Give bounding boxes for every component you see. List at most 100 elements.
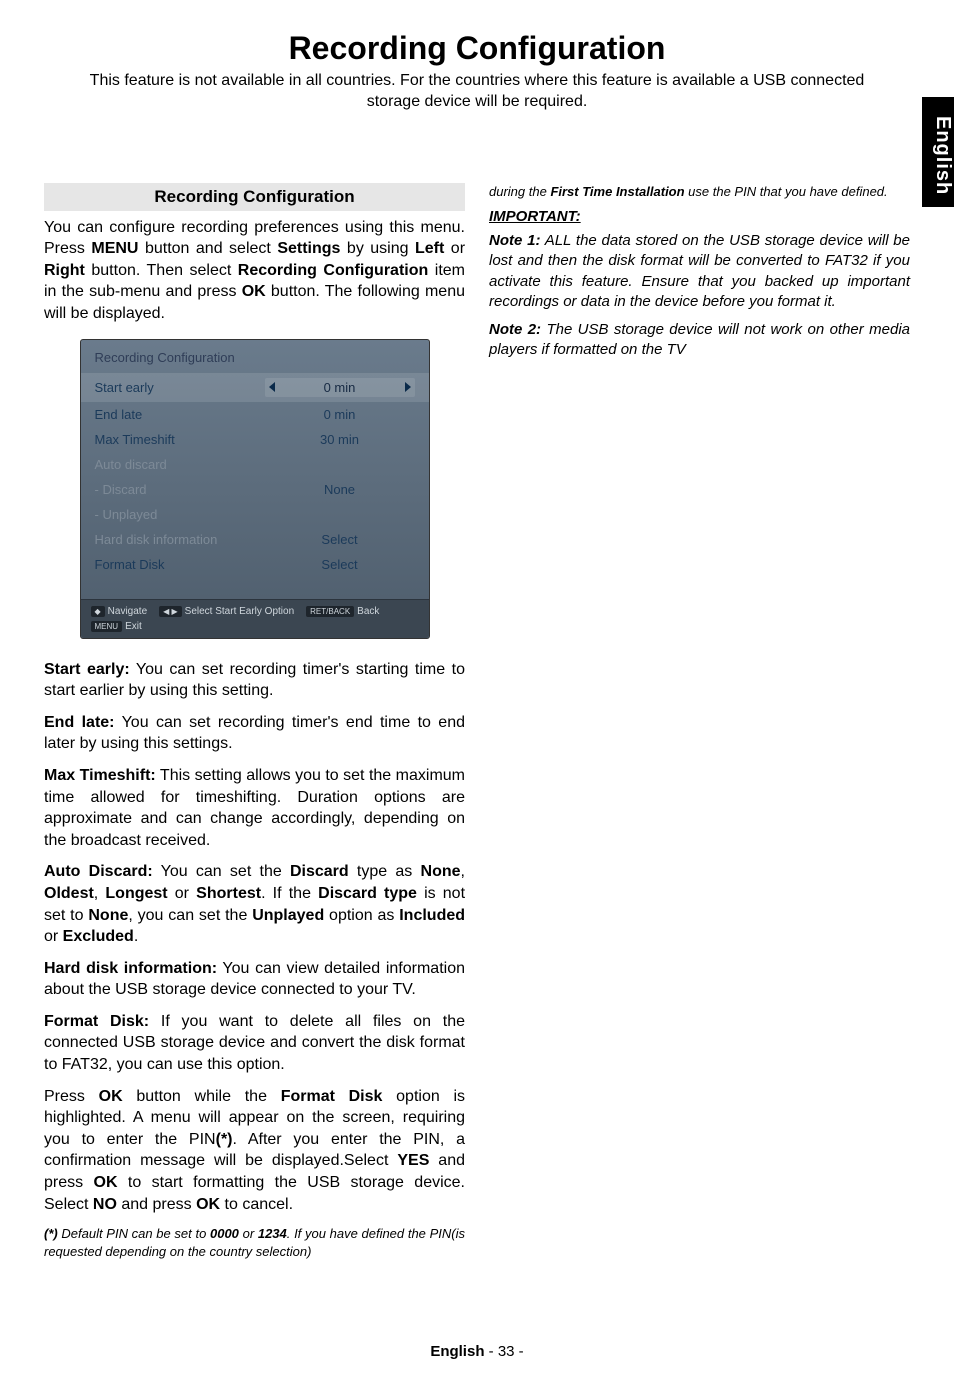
text: button while the xyxy=(123,1088,281,1105)
text: . If the xyxy=(261,885,318,902)
osd-value: 0 min xyxy=(324,380,356,395)
term: End late: xyxy=(44,714,115,731)
menu-key-icon: MENU xyxy=(91,621,123,632)
osd-row-format-disk: Format Disk Select xyxy=(81,552,429,577)
osd-label: - Discard xyxy=(95,482,147,497)
press-ok-paragraph: Press OK button while the Format Disk op… xyxy=(44,1086,465,1216)
back-key-icon: RET/BACK xyxy=(306,606,354,617)
term: OK xyxy=(196,1196,220,1213)
term: Included xyxy=(399,907,465,924)
note-1: Note 1: ALL the data stored on the USB s… xyxy=(489,231,910,312)
osd-title: Recording Configuration xyxy=(81,340,429,373)
footnote-marker: (*) xyxy=(44,1226,58,1241)
osd-label: Max Timeshift xyxy=(95,432,175,447)
term: Discard type xyxy=(318,885,417,902)
auto-discard-paragraph: Auto Discard: You can set the Discard ty… xyxy=(44,861,465,947)
osd-label: Start early xyxy=(95,380,154,395)
hard-disk-info-paragraph: Hard disk information: You can view deta… xyxy=(44,958,465,1001)
footer-language: English xyxy=(430,1343,484,1360)
max-timeshift-paragraph: Max Timeshift: This setting allows you t… xyxy=(44,765,465,851)
osd-label: Hard disk information xyxy=(95,532,218,547)
osd-footer-select: ◀ ▶Select Start Early Option xyxy=(159,606,294,617)
osd-label: Format Disk xyxy=(95,557,165,572)
osd-label: End late xyxy=(95,407,143,422)
text: , xyxy=(461,863,465,880)
page-title: Recording Configuration xyxy=(0,30,954,67)
term: YES xyxy=(397,1152,429,1169)
left-arrow-icon xyxy=(269,382,275,392)
text: by using xyxy=(340,240,415,257)
term: Oldest xyxy=(44,885,94,902)
osd-label: - Unplayed xyxy=(95,507,158,522)
text: or xyxy=(444,240,465,257)
term: Longest xyxy=(105,885,167,902)
page-footer: English - 33 - xyxy=(0,1343,954,1360)
settings-label: Settings xyxy=(277,240,340,257)
footer-page-number: - 33 - xyxy=(484,1343,523,1360)
text: ALL the data stored on the USB storage d… xyxy=(489,232,910,310)
text: or xyxy=(44,928,63,945)
term: Discard xyxy=(290,863,349,880)
text: Press xyxy=(44,1088,99,1105)
osd-row-discard: - Discard None xyxy=(81,477,429,502)
text: to cancel. xyxy=(220,1196,293,1213)
osd-row-auto-discard: Auto discard xyxy=(81,452,429,477)
term: First Time Installation xyxy=(550,184,684,199)
osd-row-start-early: Start early 0 min xyxy=(81,373,429,402)
right-button-label: Right xyxy=(44,262,85,279)
osd-value-selector: 0 min xyxy=(265,378,415,397)
pin-value: 1234 xyxy=(258,1226,287,1241)
term: None xyxy=(421,863,461,880)
term: OK xyxy=(99,1088,123,1105)
note-label: Note 2: xyxy=(489,321,541,338)
note-2: Note 2: The USB storage device will not … xyxy=(489,320,910,361)
osd-value: Select xyxy=(265,532,415,547)
term: Hard disk information: xyxy=(44,960,217,977)
text: and press xyxy=(117,1196,196,1213)
text: type as xyxy=(349,863,421,880)
section-header: Recording Configuration xyxy=(44,183,465,211)
osd-value: 0 min xyxy=(265,407,415,422)
text: or xyxy=(168,885,197,902)
language-tab: English xyxy=(922,97,954,207)
osd-screenshot: Recording Configuration Start early 0 mi… xyxy=(80,339,430,639)
intro-paragraph: You can configure recording preferences … xyxy=(44,217,465,325)
term: None xyxy=(88,907,128,924)
text: button. Then select xyxy=(85,262,238,279)
text: button and select xyxy=(138,240,277,257)
important-heading: IMPORTANT: xyxy=(489,208,910,225)
term: NO xyxy=(93,1196,117,1213)
term: Excluded xyxy=(63,928,134,945)
page-subtitle: This feature is not available in all cou… xyxy=(80,71,874,113)
left-column: Recording Configuration You can configur… xyxy=(44,183,465,1261)
osd-row-hard-disk-info: Hard disk information Select xyxy=(81,527,429,552)
osd-row-unplayed: - Unplayed xyxy=(81,502,429,527)
format-disk-paragraph: Format Disk: If you want to delete all f… xyxy=(44,1011,465,1076)
osd-value: 30 min xyxy=(265,432,415,447)
text: during the xyxy=(489,184,550,199)
term: (*) xyxy=(216,1131,233,1148)
osd-footer-text: Exit xyxy=(125,621,142,632)
osd-footer-navigate: ◆Navigate xyxy=(91,606,148,617)
text: , you can set the xyxy=(128,907,252,924)
term: Format Disk: xyxy=(44,1013,149,1030)
osd-footer-back: RET/BACKBack xyxy=(306,606,379,617)
arrows-key-icon: ◀ ▶ xyxy=(159,606,182,617)
nav-key-icon: ◆ xyxy=(91,606,105,617)
left-button-label: Left xyxy=(415,240,444,257)
text: , xyxy=(94,885,106,902)
right-column: during the First Time Installation use t… xyxy=(489,183,910,1261)
term: Auto Discard: xyxy=(44,863,153,880)
term: Shortest xyxy=(196,885,261,902)
osd-footer-text: Back xyxy=(357,606,379,617)
recording-config-label: Recording Configuration xyxy=(238,262,428,279)
osd-footer-exit: MENUExit xyxy=(91,621,142,632)
osd-label: Auto discard xyxy=(95,457,167,472)
end-late-paragraph: End late: You can set recording timer's … xyxy=(44,712,465,755)
text: The USB storage device will not work on … xyxy=(489,321,910,358)
pin-footnote: (*) Default PIN can be set to 0000 or 12… xyxy=(44,1225,465,1260)
osd-footer-text: Select Start Early Option xyxy=(185,606,295,617)
start-early-paragraph: Start early: You can set recording timer… xyxy=(44,659,465,702)
ok-button-label: OK xyxy=(242,283,266,300)
osd-row-max-timeshift: Max Timeshift 30 min xyxy=(81,427,429,452)
